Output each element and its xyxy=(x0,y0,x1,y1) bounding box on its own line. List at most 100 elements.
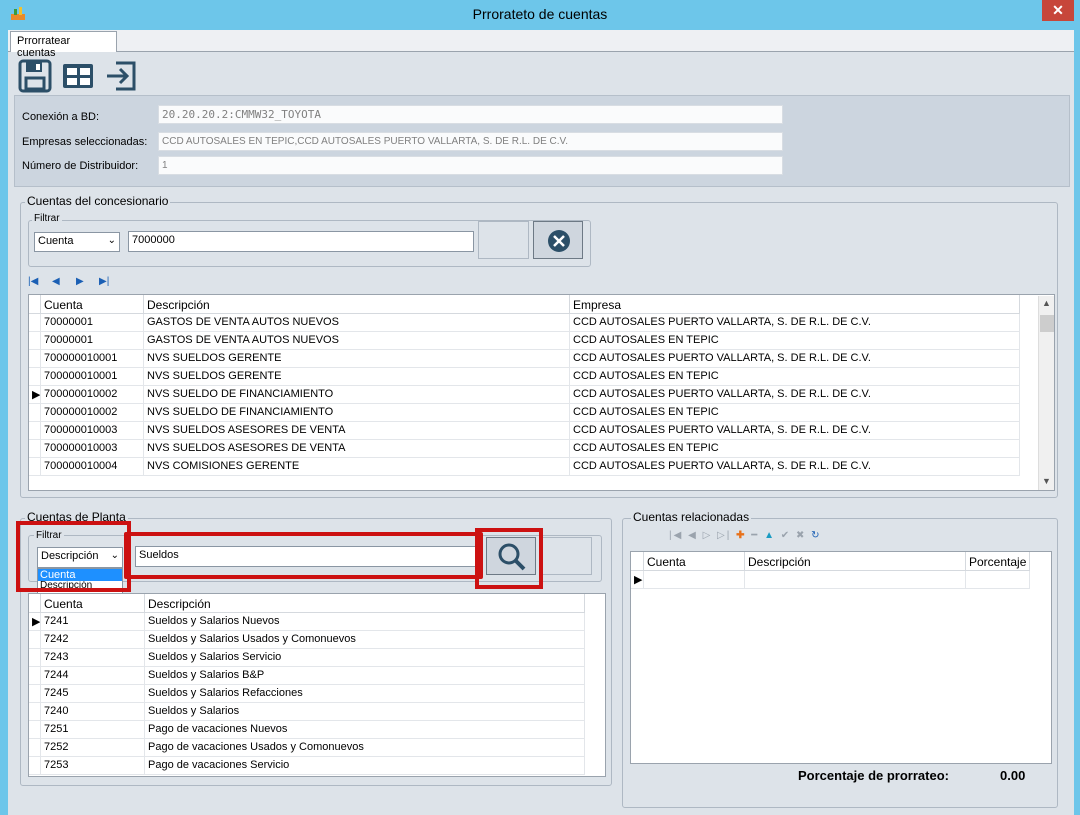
table-cell[interactable]: 70000001 xyxy=(41,314,144,332)
table-cell[interactable]: GASTOS DE VENTA AUTOS NUEVOS xyxy=(144,332,570,350)
table-cell[interactable]: NVS SUELDOS ASESORES DE VENTA xyxy=(144,440,570,458)
table-cell[interactable]: NVS COMISIONES GERENTE xyxy=(144,458,570,476)
scroll-down-icon[interactable]: ▼ xyxy=(1042,476,1051,486)
table-cell[interactable]: CCD AUTOSALES EN TEPIC xyxy=(570,332,1020,350)
row-indicator[interactable] xyxy=(29,685,41,703)
table-cell[interactable]: Sueldos y Salarios Usados y Comonuevos xyxy=(145,631,585,649)
col-cuenta[interactable]: Cuenta xyxy=(644,552,745,571)
table-cell[interactable]: 7242 xyxy=(41,631,145,649)
table-cell[interactable]: CCD AUTOSALES EN TEPIC xyxy=(570,368,1020,386)
next-record-icon[interactable]: ▶ xyxy=(76,276,84,287)
row-indicator[interactable] xyxy=(29,404,41,422)
col-cuenta[interactable]: Cuenta xyxy=(41,594,145,613)
tab-prorratear[interactable]: Prrorratear cuentas xyxy=(10,31,117,59)
table-cell[interactable]: CCD AUTOSALES EN TEPIC xyxy=(570,404,1020,422)
table-cell[interactable]: CCD AUTOSALES PUERTO VALLARTA, S. DE R.L… xyxy=(570,314,1020,332)
row-indicator[interactable] xyxy=(29,350,41,368)
concesionario-filter-combo[interactable]: Cuenta ⌄ xyxy=(34,232,120,252)
table-cell[interactable]: CCD AUTOSALES PUERTO VALLARTA, S. DE R.L… xyxy=(570,350,1020,368)
planta-blank-button[interactable] xyxy=(540,537,592,575)
row-indicator[interactable] xyxy=(29,667,41,685)
table-cell[interactable]: CCD AUTOSALES PUERTO VALLARTA, S. DE R.L… xyxy=(570,422,1020,440)
prev-record-icon[interactable]: ◀ xyxy=(52,276,60,287)
row-indicator[interactable] xyxy=(29,314,41,332)
table-cell[interactable]: 7245 xyxy=(41,685,145,703)
grid-icon[interactable] xyxy=(61,59,95,93)
table-cell[interactable]: 700000010002 xyxy=(41,404,144,422)
table-cell[interactable]: CCD AUTOSALES PUERTO VALLARTA, S. DE R.L… xyxy=(570,458,1020,476)
col-descripcion[interactable]: Descripción xyxy=(145,594,585,613)
concesionario-grid[interactable]: Cuenta Descripción Empresa 70000001 GASTO… xyxy=(28,294,1055,491)
table-cell[interactable]: Sueldos y Salarios Refacciones xyxy=(145,685,585,703)
new-row-cell[interactable] xyxy=(966,571,1030,589)
table-cell[interactable]: CCD AUTOSALES PUERTO VALLARTA, S. DE R.L… xyxy=(570,386,1020,404)
close-button[interactable]: ✕ xyxy=(1042,0,1074,21)
planta-grid[interactable]: Cuenta Descripción ▶ 7241 Sueldos y Salari… xyxy=(28,593,606,777)
row-indicator[interactable] xyxy=(29,721,41,739)
table-cell[interactable]: Sueldos y Salarios Servicio xyxy=(145,649,585,667)
table-cell[interactable]: Pago de vacaciones Nuevos xyxy=(145,721,585,739)
table-cell[interactable]: 700000010001 xyxy=(41,350,144,368)
row-indicator[interactable] xyxy=(29,422,41,440)
col-descripcion[interactable]: Descripción xyxy=(745,552,966,571)
table-cell[interactable]: NVS SUELDOS GERENTE xyxy=(144,368,570,386)
row-indicator[interactable] xyxy=(29,649,41,667)
table-cell[interactable]: 7253 xyxy=(41,757,145,775)
table-cell[interactable]: 7240 xyxy=(41,703,145,721)
next-record-icon[interactable]: ▷ xyxy=(703,530,713,541)
col-empresa[interactable]: Empresa xyxy=(570,295,1020,314)
last-record-icon[interactable]: ▷| xyxy=(717,530,731,541)
prev-record-icon[interactable]: ◀ xyxy=(688,530,698,541)
table-cell[interactable]: GASTOS DE VENTA AUTOS NUEVOS xyxy=(144,314,570,332)
table-cell[interactable]: 700000010003 xyxy=(41,422,144,440)
scroll-up-icon[interactable]: ▲ xyxy=(1042,298,1051,308)
table-cell[interactable]: 700000010001 xyxy=(41,368,144,386)
row-indicator[interactable]: ▶ xyxy=(29,613,41,631)
col-porcentaje[interactable]: Porcentaje xyxy=(966,552,1030,571)
table-cell[interactable]: 700000010003 xyxy=(41,440,144,458)
row-indicator[interactable]: ▶ xyxy=(29,386,41,404)
first-record-icon[interactable]: |◀ xyxy=(28,276,38,287)
save-icon[interactable] xyxy=(18,59,52,93)
exit-icon[interactable] xyxy=(104,59,138,93)
table-cell[interactable]: 700000010004 xyxy=(41,458,144,476)
table-cell[interactable]: NVS SUELDO DE FINANCIAMIENTO xyxy=(144,404,570,422)
clear-filter-button[interactable] xyxy=(533,221,583,259)
concesionario-scrollbar[interactable]: ▲ ▼ xyxy=(1038,296,1054,490)
table-cell[interactable]: Sueldos y Salarios B&P xyxy=(145,667,585,685)
row-indicator[interactable] xyxy=(29,757,41,775)
row-indicator[interactable] xyxy=(29,739,41,757)
scroll-thumb[interactable] xyxy=(1040,315,1054,332)
refresh-icon[interactable]: ↻ xyxy=(811,530,821,541)
concesionario-filter-input[interactable]: 7000000 xyxy=(128,231,474,252)
new-row-cell[interactable] xyxy=(745,571,966,589)
table-cell[interactable]: 7251 xyxy=(41,721,145,739)
table-cell[interactable]: NVS SUELDOS ASESORES DE VENTA xyxy=(144,422,570,440)
table-cell[interactable]: 7252 xyxy=(41,739,145,757)
row-indicator[interactable] xyxy=(29,332,41,350)
table-cell[interactable]: 7241 xyxy=(41,613,145,631)
cancel-icon[interactable]: ✖ xyxy=(796,530,806,541)
row-indicator[interactable] xyxy=(29,458,41,476)
col-descripcion[interactable]: Descripción xyxy=(144,295,570,314)
row-indicator[interactable] xyxy=(29,703,41,721)
first-record-icon[interactable]: |◀ xyxy=(669,530,683,541)
table-cell[interactable]: Sueldos y Salarios xyxy=(145,703,585,721)
relacionadas-grid[interactable]: Cuenta Descripción Porcentaje ▶ xyxy=(630,551,1052,764)
last-record-icon[interactable]: ▶| xyxy=(99,276,109,287)
table-cell[interactable]: NVS SUELDOS GERENTE xyxy=(144,350,570,368)
confirm-icon[interactable]: ✔ xyxy=(781,530,791,541)
table-cell[interactable]: 700000010002 xyxy=(41,386,144,404)
row-indicator[interactable] xyxy=(29,368,41,386)
table-cell[interactable]: CCD AUTOSALES EN TEPIC xyxy=(570,440,1020,458)
table-cell[interactable]: 7244 xyxy=(41,667,145,685)
remove-icon[interactable]: ━ xyxy=(751,530,759,541)
table-cell[interactable]: Sueldos y Salarios Nuevos xyxy=(145,613,585,631)
col-cuenta[interactable]: Cuenta xyxy=(41,295,144,314)
table-cell[interactable]: Pago de vacaciones Servicio xyxy=(145,757,585,775)
add-icon[interactable]: ✚ xyxy=(736,530,746,541)
concesionario-blank-button[interactable] xyxy=(478,221,529,259)
table-cell[interactable]: NVS SUELDO DE FINANCIAMIENTO xyxy=(144,386,570,404)
new-row-cell[interactable] xyxy=(644,571,745,589)
table-cell[interactable]: Pago de vacaciones Usados y Comonuevos xyxy=(145,739,585,757)
